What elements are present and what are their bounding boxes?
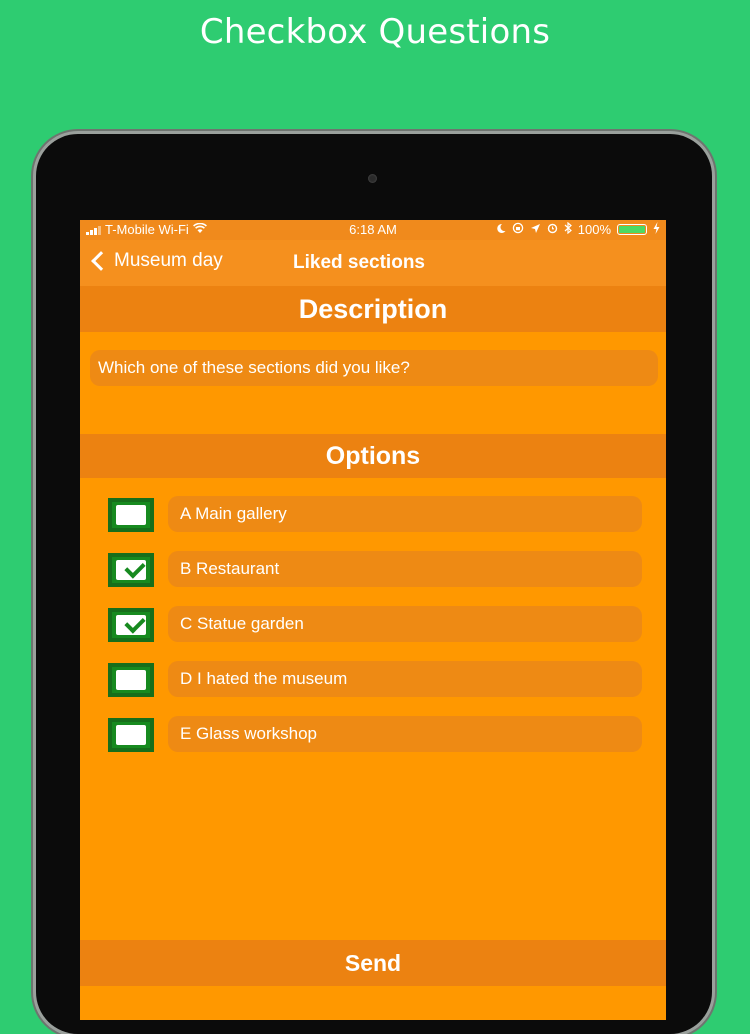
checkbox[interactable] [108,718,154,752]
checkbox[interactable] [108,663,154,697]
checkbox[interactable] [108,608,154,642]
option-label[interactable]: A Main gallery [168,496,642,532]
option-label[interactable]: C Statue garden [168,606,642,642]
tablet-frame: T-Mobile Wi-Fi 6:18 AM 100% Museum day L… [36,134,712,1034]
description-header: Description [80,286,666,332]
app-screen: T-Mobile Wi-Fi 6:18 AM 100% Museum day L… [80,220,666,1020]
checkmark-icon [124,557,146,579]
charging-icon [653,222,660,237]
send-button[interactable]: Send [80,940,666,986]
moon-icon [496,222,506,237]
promo-title: Checkbox Questions [199,12,551,52]
checkbox[interactable] [108,553,154,587]
camera-icon [368,174,377,183]
back-button[interactable]: Museum day [91,250,223,272]
back-button-label: Museum day [114,250,223,271]
option-row: B Restaurant [80,551,666,589]
checkmark-icon [124,612,146,634]
location-icon [530,222,541,237]
option-row: A Main gallery [80,496,666,534]
alarm-icon [547,222,558,237]
nav-title: Liked sections [293,252,425,273]
chevron-left-icon [91,251,111,271]
option-row: C Statue garden [80,606,666,644]
bluetooth-icon [564,221,572,237]
option-label[interactable]: D I hated the museum [168,661,642,697]
option-label[interactable]: B Restaurant [168,551,642,587]
battery-percent: 100% [577,222,611,237]
battery-icon [617,224,647,235]
question-text: Which one of these sections did you like… [90,350,658,386]
options-header: Options [80,434,666,478]
navigation-bar: Museum day Liked sections [80,240,666,286]
status-bar: T-Mobile Wi-Fi 6:18 AM 100% [80,220,666,240]
lock-rotation-icon [512,222,524,237]
option-row: D I hated the museum [80,661,666,699]
option-label[interactable]: E Glass workshop [168,716,642,752]
checkbox[interactable] [108,498,154,532]
option-row: E Glass workshop [80,716,666,754]
